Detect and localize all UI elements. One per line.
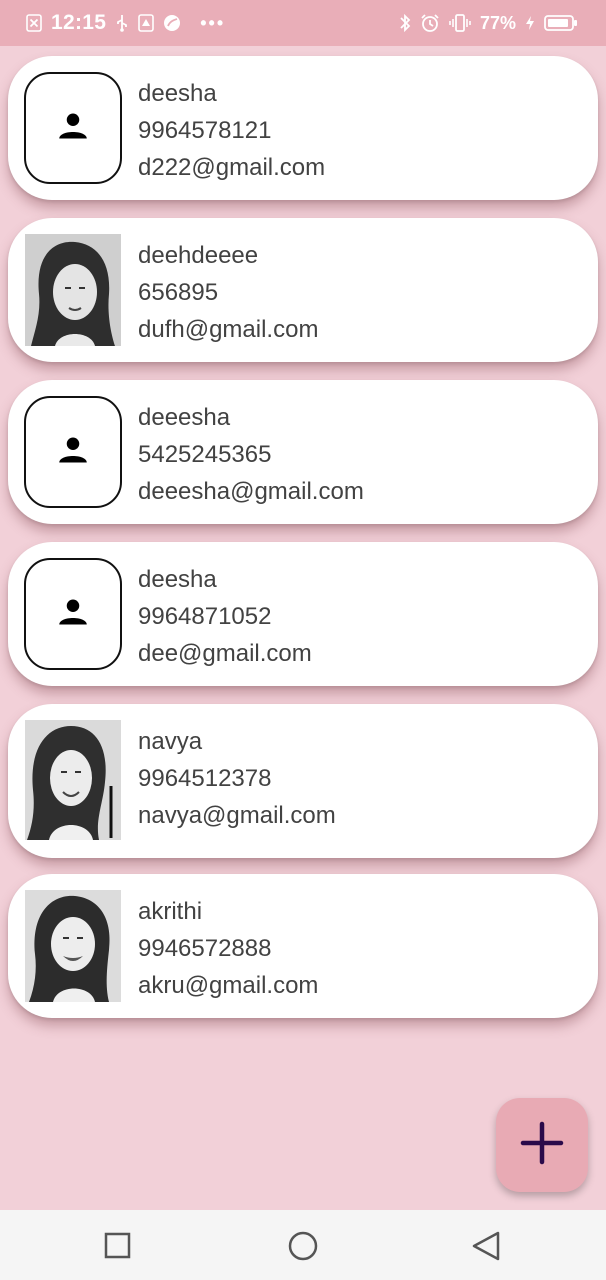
contact-info: akrithi 9946572888 akru@gmail.com [138,896,318,1007]
alarm-icon [420,13,440,33]
contact-name: navya [138,728,203,755]
add-contact-button[interactable] [496,1098,588,1192]
contact-phone: 656895 [138,279,219,306]
bluetooth-icon [399,13,411,33]
status-bar-right: 77% [399,13,578,34]
navigation-bar [0,1210,606,1280]
usb-icon [115,14,129,32]
contact-photo [25,234,121,346]
contact-info: deeesha 5425245365 deeesha@gmail.com [138,402,364,513]
contact-card[interactable]: navya 9964512378 navya@gmail.com [8,704,598,858]
contact-photo [25,720,121,840]
notification-close-icon [26,14,42,32]
triangle-back-icon [470,1231,502,1265]
contact-card[interactable]: deehdeeee 656895 dufh@gmail.com [8,218,598,362]
contact-name: deesha [138,80,217,107]
avatar [24,558,122,670]
contact-card[interactable]: deesha 9964578121 d222@gmail.com [8,56,598,200]
status-time: 12:15 [51,11,107,34]
person-icon [58,435,88,470]
square-icon [103,1232,133,1265]
battery-icon [544,14,578,32]
battery-percent: 77% [479,12,516,33]
contact-name: deeesha [138,404,231,431]
contact-phone: 9964871052 [138,603,272,630]
back-button[interactable] [470,1231,500,1261]
contact-email: dufh@gmail.com [138,316,319,343]
contact-info: deesha 9964578121 d222@gmail.com [138,78,325,189]
contact-phone: 9946572888 [138,935,272,962]
recents-button[interactable] [103,1231,133,1261]
contact-name: deesha [138,566,217,593]
contact-info: navya 9964512378 navya@gmail.com [138,726,336,837]
circle-icon [287,1231,319,1265]
contact-email: d222@gmail.com [138,154,326,181]
contact-name: deehdeeee [138,242,259,269]
charging-icon [525,15,535,31]
contact-info: deehdeeee 656895 dufh@gmail.com [138,240,318,351]
person-icon [58,111,88,146]
contact-name: akrithi [138,898,203,925]
home-button[interactable] [287,1231,318,1261]
person-icon [58,597,88,632]
contact-phone: 9964578121 [138,117,272,144]
contact-phone: 5425245365 [138,441,272,468]
contact-card[interactable]: deesha 9964871052 dee@gmail.com [8,542,598,686]
contact-photo [25,890,121,1002]
avatar [24,396,122,508]
status-bar: 12:15 ••• 77% [0,0,606,46]
contact-email: akru@gmail.com [138,972,319,999]
avatar [24,72,122,184]
plus-icon [520,1121,564,1170]
contact-email: deeesha@gmail.com [138,478,364,505]
status-bar-left: 12:15 ••• [26,11,225,35]
app-notification-icon [138,14,155,32]
contact-info: deesha 9964871052 dee@gmail.com [138,564,312,675]
more-notifications-icon: ••• [200,12,226,33]
contact-email: dee@gmail.com [138,640,312,667]
contact-card[interactable]: akrithi 9946572888 akru@gmail.com [8,874,598,1018]
leaf-notification-icon [163,14,181,32]
contact-card[interactable]: deeesha 5425245365 deeesha@gmail.com [8,380,598,524]
contact-email: navya@gmail.com [138,802,336,829]
contact-phone: 9964512378 [138,765,272,792]
vibrate-icon [449,13,471,33]
